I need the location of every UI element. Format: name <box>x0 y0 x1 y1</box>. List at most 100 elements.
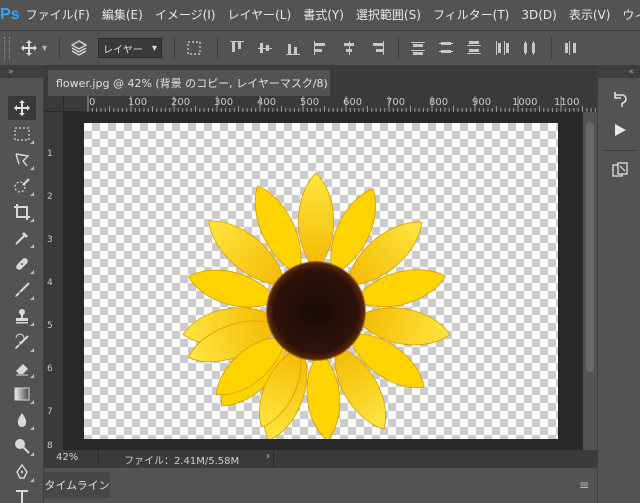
menu-layer[interactable]: レイヤー(L) <box>221 0 297 30</box>
menu-file[interactable]: ファイル(F) <box>20 0 96 30</box>
menu-edit[interactable]: 編集(E) <box>96 0 149 30</box>
menu-view[interactable]: 表示(V) <box>563 0 617 30</box>
ruler-label: 6 <box>47 364 53 374</box>
chevron-down-icon[interactable]: ▾ <box>42 43 47 54</box>
pen-icon <box>16 463 28 479</box>
stamp-icon <box>16 309 28 324</box>
distribute-top-icon[interactable] <box>409 39 427 57</box>
menu-window[interactable]: ウィンド <box>616 0 640 30</box>
align-left-icon[interactable] <box>312 39 330 57</box>
panel-collapse-strip[interactable]: « <box>597 66 640 78</box>
align-top-icon[interactable] <box>228 39 246 57</box>
eyedropper-tool[interactable] <box>8 226 36 250</box>
document-tab[interactable]: flower.jpg @ 42% (背景 のコピー, レイヤーマスク/8) * … <box>48 70 330 96</box>
toolbox <box>0 78 44 503</box>
eraser-icon <box>16 364 28 376</box>
sunflower-image <box>182 172 451 439</box>
timeline-panel: タイムライン ≡ <box>44 467 597 503</box>
chevron-down-icon: ▾ <box>152 42 158 54</box>
scrollbar-thumb[interactable] <box>586 122 594 372</box>
document-tab-bar: flower.jpg @ 42% (背景 のコピー, レイヤーマスク/8) * … <box>44 66 597 96</box>
status-bar: 42% ファイル：2.41M/5.58M › <box>44 450 597 467</box>
status-menu-arrow[interactable]: › <box>266 451 270 462</box>
zoom-level[interactable]: 42% <box>56 452 78 463</box>
distribute-vertical-center-icon[interactable] <box>437 39 455 57</box>
menu-select[interactable]: 選択範囲(S) <box>350 0 427 30</box>
move-icon <box>14 100 30 116</box>
ruler-label: 800 <box>429 97 449 108</box>
auto-select-dropdown[interactable]: レイヤー ▾ <box>98 38 163 58</box>
bandage-icon <box>16 258 28 270</box>
divider <box>551 37 553 59</box>
distribute-horizontal-center-icon[interactable] <box>521 39 539 57</box>
brush-tool[interactable] <box>8 278 36 302</box>
menu-type[interactable]: 書式(Y) <box>297 0 350 30</box>
menu-image[interactable]: イメージ(I) <box>149 0 222 30</box>
ruler-label: 400 <box>257 97 277 108</box>
history-icon <box>614 92 627 107</box>
move-tool-preset-icon[interactable] <box>18 37 40 59</box>
file-info: ファイル：2.41M/5.58M <box>124 456 240 467</box>
actions-panel-button[interactable] <box>607 118 633 142</box>
quick-selection-icon <box>14 178 30 193</box>
vertical-ruler[interactable]: 1 2 3 4 5 6 7 8 <box>44 112 64 451</box>
ruler-label: 900 <box>472 97 492 108</box>
layer-comps-panel-button[interactable] <box>607 158 633 182</box>
document-canvas[interactable] <box>84 123 558 439</box>
ruler-label: 0 <box>89 97 96 108</box>
align-right-icon[interactable] <box>368 39 386 57</box>
document-tab-title: flower.jpg @ 42% (背景 のコピー, レイヤーマスク/8) * <box>56 77 330 90</box>
type-tool[interactable] <box>8 484 36 503</box>
ruler-label: 4 <box>47 278 53 288</box>
gradient-tool[interactable] <box>8 382 36 406</box>
ruler-label: 7 <box>47 407 53 417</box>
ruler-label: 300 <box>214 97 234 108</box>
menu-bar: Ps ファイル(F) 編集(E) イメージ(I) レイヤー(L) 書式(Y) 選… <box>0 0 640 30</box>
align-bottom-icon[interactable] <box>284 39 302 57</box>
auto-select-layers-icon[interactable] <box>68 37 90 59</box>
blur-tool[interactable] <box>8 408 36 432</box>
healing-brush-tool[interactable] <box>8 252 36 276</box>
marquee-tool[interactable] <box>8 122 36 146</box>
type-icon <box>16 490 28 503</box>
horizontal-ruler[interactable]: 0 100 200 300 400 500 600 700 800 900 10… <box>64 96 597 112</box>
divider <box>59 37 61 59</box>
ruler-label: 5 <box>47 321 53 331</box>
transform-controls-icon[interactable] <box>183 37 205 59</box>
move-tool[interactable] <box>8 96 36 120</box>
menu-filter[interactable]: フィルター(T) <box>427 0 515 30</box>
divider <box>217 37 219 59</box>
align-vertical-center-icon[interactable] <box>256 39 274 57</box>
options-grip[interactable] <box>4 37 10 59</box>
distribute-right-icon[interactable] <box>562 39 580 57</box>
history-brush-tool[interactable] <box>8 330 36 354</box>
timeline-tab[interactable]: タイムライン <box>44 472 110 498</box>
ruler-origin[interactable] <box>44 96 64 112</box>
distribute-left-icon[interactable] <box>493 39 511 57</box>
clone-stamp-tool[interactable] <box>8 304 36 328</box>
canvas-area[interactable] <box>64 112 597 450</box>
ruler-label: 500 <box>300 97 320 108</box>
panel-menu-icon[interactable]: ≡ <box>579 478 589 492</box>
ruler-label: 3 <box>47 235 53 245</box>
right-panel-dock <box>597 78 640 503</box>
history-brush-icon <box>15 333 29 349</box>
history-panel-button[interactable] <box>607 88 633 112</box>
lasso-icon <box>15 153 30 167</box>
eraser-tool[interactable] <box>8 356 36 380</box>
menu-3d[interactable]: 3D(D) <box>515 0 562 30</box>
align-horizontal-center-icon[interactable] <box>340 39 358 57</box>
quick-selection-tool[interactable] <box>8 174 36 198</box>
dodge-tool[interactable] <box>8 434 36 458</box>
drop-icon <box>17 413 27 427</box>
collapse-right-icon[interactable]: « <box>628 67 640 77</box>
vertical-scrollbar[interactable] <box>583 112 597 450</box>
dodge-icon <box>15 439 30 454</box>
toolbox-collapse-strip[interactable]: » <box>0 66 44 78</box>
crop-tool[interactable] <box>8 200 36 224</box>
distribute-bottom-icon[interactable] <box>465 39 483 57</box>
ruler-label: 700 <box>386 97 406 108</box>
collapse-left-icon[interactable]: » <box>0 67 14 77</box>
lasso-tool[interactable] <box>8 148 36 172</box>
pen-tool[interactable] <box>8 460 36 484</box>
